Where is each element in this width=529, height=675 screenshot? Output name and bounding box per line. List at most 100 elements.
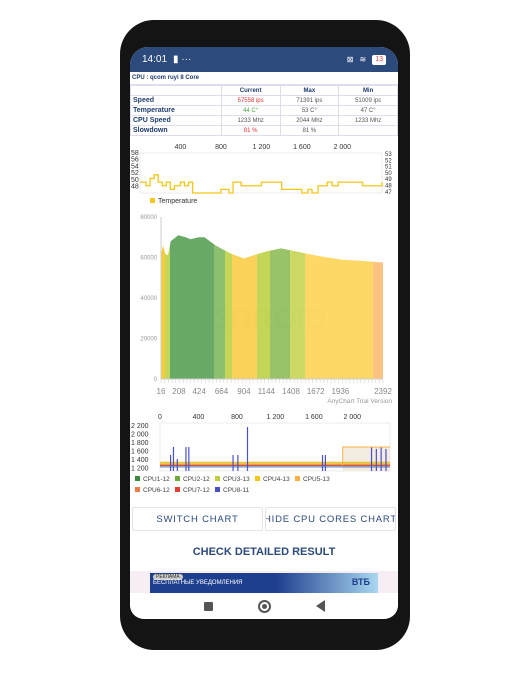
- speed-area-chart: 3DROID8000060000400002000001620842466490…: [140, 215, 392, 405]
- y-tick-label: 48: [131, 184, 139, 191]
- y2-tick-label: 47: [385, 190, 392, 196]
- header-max: Max: [279, 85, 340, 96]
- table-row: CPU Speed 1233 Mhz 2044 Mhz 1233 Mhz: [130, 115, 398, 126]
- cell: 1233 Mhz: [220, 115, 281, 126]
- legend-swatch: [215, 487, 220, 492]
- legend-swatch: [150, 198, 155, 203]
- cell: 57558 ips: [220, 95, 281, 106]
- x-tick-label: 800: [215, 144, 227, 151]
- y-tick-label: 2 000: [131, 432, 149, 439]
- anychart-credit: AnyChart Trial Version: [327, 398, 392, 405]
- speed-band: [232, 235, 257, 379]
- ad-text: БЕСПЛАТНЫЕ УВЕДОМЛЕНИЯ: [153, 580, 243, 586]
- x-tick-label: 1936: [331, 387, 349, 396]
- speed-band: [165, 235, 170, 379]
- home-button[interactable]: [257, 599, 271, 613]
- legend-label: CPU8-11: [223, 487, 250, 494]
- legend-swatch: [255, 476, 260, 481]
- x-tick-label: 1 200: [253, 144, 271, 151]
- legend-swatch: [175, 476, 180, 481]
- wifi-icon: ≋: [359, 55, 367, 64]
- cell: 71391 ips: [279, 95, 340, 106]
- stats-table: Current Max Min Speed 57558 ips 71391 ips 510…: [130, 85, 398, 136]
- speed-band: [225, 235, 233, 379]
- recents-button[interactable]: [203, 601, 213, 611]
- cell: 47 C°: [338, 105, 398, 116]
- legend-label: CPU1-12: [143, 476, 170, 483]
- legend-label: CPU3-13: [223, 476, 250, 483]
- switch-chart-button[interactable]: SWITCH CHART: [132, 507, 263, 531]
- y-tick-label: 80000: [140, 215, 157, 221]
- x-tick-label: 2392: [374, 387, 392, 396]
- x-tick-label: 400: [193, 414, 205, 421]
- y-tick-label: 1 200: [131, 466, 149, 473]
- cpu-cores-chart: 0 400 800 1 200 1 600 2 0002 2002 0001 8001 6…: [131, 414, 391, 494]
- y2-tick-label: 52: [385, 158, 392, 164]
- header-min: Min: [338, 85, 398, 96]
- y-tick-label: 2 200: [131, 423, 149, 430]
- y-tick-label: 60000: [140, 256, 157, 262]
- speed-band: [161, 235, 166, 379]
- legend-swatch: [135, 476, 140, 481]
- x-tick-label: 2 000: [334, 144, 352, 151]
- legend-swatch: [215, 476, 220, 481]
- y-tick-label: 20000: [140, 337, 157, 343]
- speed-band: [213, 235, 226, 379]
- row-label: Speed: [130, 95, 222, 106]
- x-tick-label: 800: [231, 414, 243, 421]
- legend-label: CPU7-12: [183, 487, 210, 494]
- temperature-line: [140, 174, 383, 194]
- x-tick-label: 1 600: [305, 414, 323, 421]
- speed-band: [290, 235, 305, 379]
- hide-cpu-cores-chart-button[interactable]: HIDE CPU CORES CHART: [265, 507, 396, 531]
- nav-bar: [130, 593, 398, 619]
- legend-swatch: [295, 476, 300, 481]
- table-row: Speed 57558 ips 71391 ips 51009 ips: [130, 95, 398, 106]
- back-button[interactable]: [315, 600, 325, 612]
- y-tick-label: 40000: [140, 296, 157, 302]
- speed-band: [373, 235, 383, 379]
- legend-swatch: [135, 487, 140, 492]
- ad-banner[interactable]: РЕКЛАМА БЕСПЛАТНЫЕ УВЕДОМЛЕНИЯ ВТБ: [130, 571, 398, 593]
- y-tick-label: 1 600: [131, 449, 149, 456]
- y-tick-label: 0: [154, 377, 158, 383]
- clock: 14:01: [142, 54, 168, 65]
- legend-swatch: [175, 487, 180, 492]
- x-tick-label: 208: [172, 387, 186, 396]
- temperature-chart: 400 800 1 200 1 600 2 0005856545250485352515…: [131, 144, 392, 205]
- legend-label: CPU4-13: [263, 476, 290, 483]
- y2-tick-label: 48: [385, 184, 392, 190]
- x-tick-label: 1 600: [293, 144, 311, 151]
- cell: 81 %: [220, 125, 281, 136]
- x-tick-label: 1 200: [267, 414, 285, 421]
- legend-label: Temperature: [158, 198, 197, 205]
- legend-label: CPU6-12: [143, 487, 170, 494]
- x-tick-label: 0: [158, 414, 162, 421]
- ad-brand-logo: ВТБ: [351, 577, 370, 587]
- battery-icon: 13: [372, 54, 386, 65]
- cpu-title: CPU : qcom ruyi 8 Core: [130, 72, 398, 85]
- check-detailed-result-button[interactable]: CHECK DETAILED RESULT: [130, 539, 398, 565]
- speed-band: [270, 235, 291, 379]
- x-tick-label: 2 000: [344, 414, 362, 421]
- notification-icon: ▮ ···: [173, 54, 192, 65]
- x-tick-label: 1408: [282, 387, 300, 396]
- row-label: CPU Speed: [130, 115, 222, 126]
- x-tick-label: 664: [215, 387, 229, 396]
- status-bar: 14:01 ▮ ··· ⊠ ≋ 13: [130, 47, 398, 72]
- y2-tick-label: 49: [385, 177, 392, 183]
- row-label: Temperature: [130, 105, 222, 116]
- header-current: Current: [220, 85, 281, 96]
- x-tick-label: 904: [237, 387, 251, 396]
- table-row: Slowdown 81 % 81 %: [130, 125, 398, 136]
- x-tick-label: 424: [192, 387, 206, 396]
- cell: 53 C°: [279, 105, 340, 116]
- x-tick-label: 1672: [307, 387, 325, 396]
- x-tick-label: 16: [157, 387, 166, 396]
- header-blank: [130, 85, 222, 96]
- speed-band: [169, 235, 214, 379]
- y2-tick-label: 50: [385, 171, 392, 177]
- plot-area: [139, 152, 383, 194]
- cell: 44 C°: [220, 105, 281, 116]
- x-tick-label: 1144: [258, 387, 276, 396]
